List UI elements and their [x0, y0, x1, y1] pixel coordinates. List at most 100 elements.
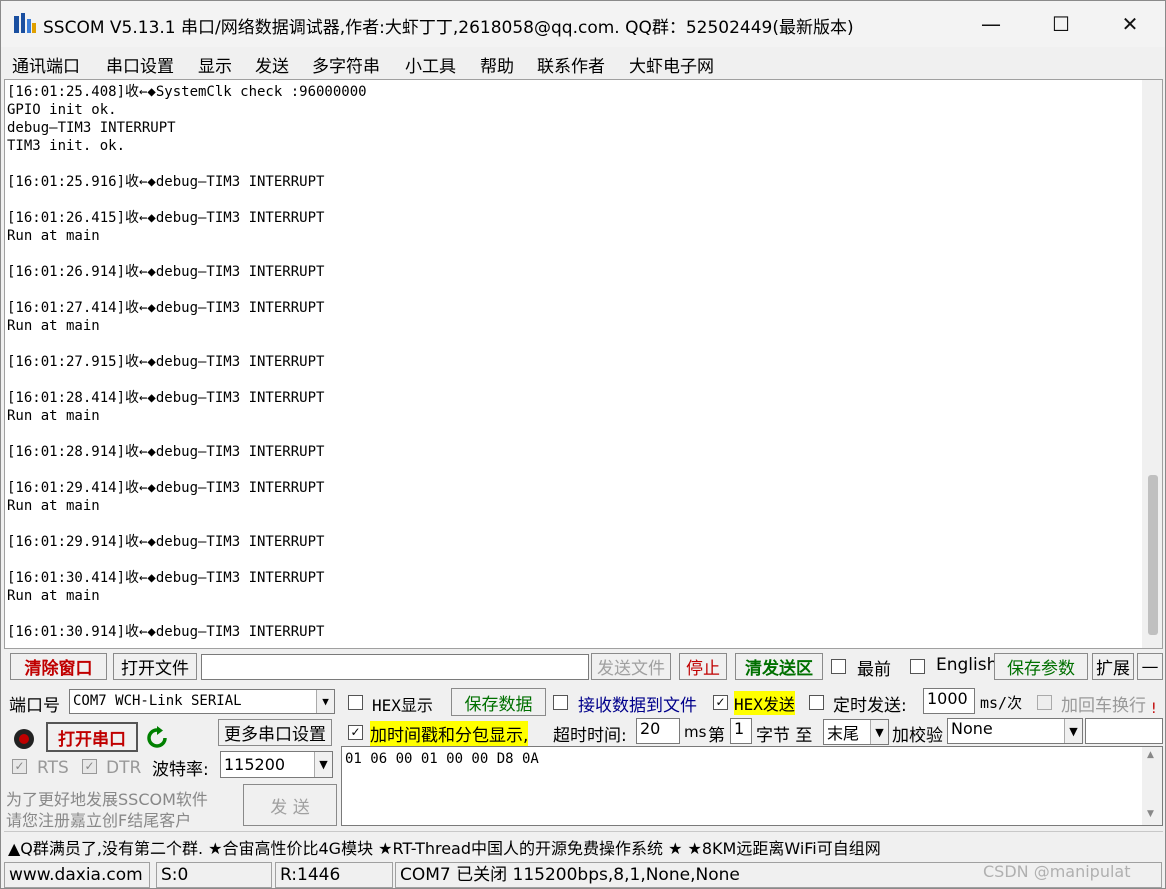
receive-line: [16:01:30.914]收←◆debug—TIM3 INTERRUPT: [7, 624, 325, 640]
receive-line: [16:01:28.914]收←◆debug—TIM3 INTERRUPT: [7, 444, 325, 460]
title-bar: SSCOM V5.13.1 串口/网络数据调试器,作者:大虾丁丁,2618058…: [1, 1, 1165, 47]
timestamp-checkbox[interactable]: ✓: [348, 725, 363, 740]
stop-button[interactable]: 停止: [679, 653, 727, 680]
scroll-up-icon[interactable]: ▲: [1147, 750, 1154, 760]
receive-line: [16:01:29.914]收←◆debug—TIM3 INTERRUPT: [7, 534, 325, 550]
nth-byte-input[interactable]: 1: [730, 718, 752, 744]
collapse-button[interactable]: —: [1137, 653, 1163, 680]
rts-checkbox[interactable]: ✓: [12, 759, 27, 774]
status-website[interactable]: www.daxia.com: [4, 862, 150, 888]
timeout-input[interactable]: 20: [636, 718, 680, 744]
recv-to-file-checkbox[interactable]: [553, 695, 568, 710]
recv-to-file-label: 接收数据到文件: [578, 696, 697, 716]
receive-line: [7, 605, 1137, 623]
dtr-label: DTR: [106, 758, 142, 778]
minimize-button[interactable]: —: [956, 1, 1026, 47]
warning-icon: !: [1151, 701, 1157, 717]
tail-select-value: 末尾: [827, 724, 860, 743]
receive-line: [7, 155, 1137, 173]
receive-line: [16:01:26.914]收←◆debug—TIM3 INTERRUPT: [7, 264, 325, 280]
chevron-down-icon[interactable]: ▼: [316, 690, 334, 713]
english-label: English: [936, 655, 998, 675]
receive-line: [16:01:29.414]收←◆debug—TIM3 INTERRUPT: [7, 480, 325, 496]
more-port-settings-button[interactable]: 更多串口设置: [218, 719, 332, 746]
menu-help[interactable]: 帮助: [480, 52, 514, 77]
clear-send-button[interactable]: 清发送区: [735, 653, 823, 680]
ticker-bar: ▲Q群满员了,没有第二个群. ★合宙高性价比4G模块 ★RT-Thread中国人…: [4, 831, 1163, 858]
english-checkbox[interactable]: [910, 659, 925, 674]
checksum-select-value: None: [951, 719, 993, 738]
add-crlf-label: 加回车换行: [1061, 696, 1146, 716]
status-sent-count: S:0: [156, 862, 272, 888]
scroll-down-icon[interactable]: ▼: [1147, 809, 1154, 819]
port-select[interactable]: COM7 WCH-Link SERIAL ▼: [69, 689, 335, 714]
menu-daxia-website[interactable]: 大虾电子网: [629, 52, 714, 77]
toolbar-row: 清除窗口 打开文件 发送文件 停止 清发送区 最前 English 保存参数 扩…: [1, 650, 1165, 684]
port-status-icon: [14, 729, 34, 749]
hex-display-label: HEX显示: [372, 696, 433, 715]
maximize-button[interactable]: ☐: [1026, 1, 1096, 47]
checksum-select[interactable]: None ▼: [947, 718, 1083, 744]
save-data-button[interactable]: 保存数据: [451, 688, 546, 716]
most-front-checkbox[interactable]: [831, 659, 846, 674]
save-params-button[interactable]: 保存参数: [994, 653, 1088, 680]
baud-label: 波特率:: [152, 760, 209, 780]
menu-send[interactable]: 发送: [255, 52, 289, 77]
open-port-button[interactable]: 打开串口: [46, 722, 138, 752]
receive-line: [16:01:26.415]收←◆debug—TIM3 INTERRUPT: [7, 210, 325, 226]
timeout-ms-label: ms: [684, 723, 707, 741]
receive-area[interactable]: [16:01:25.408]收←◆SystemClk check :960000…: [4, 79, 1163, 649]
menu-multi-string[interactable]: 多字符串: [312, 52, 380, 77]
hex-send-checkbox[interactable]: ✓: [713, 695, 728, 710]
expand-button[interactable]: 扩展: [1092, 653, 1134, 680]
menu-display[interactable]: 显示: [198, 52, 232, 77]
chevron-down-icon[interactable]: ▼: [870, 720, 888, 744]
receive-line: GPIO init ok.: [7, 102, 117, 118]
send-data-text: 01 06 00 01 00 00 D8 0A: [345, 751, 539, 767]
menu-contact-author[interactable]: 联系作者: [537, 52, 605, 77]
byte-to-label: 字节 至: [756, 726, 813, 746]
menu-port-settings[interactable]: 串口设置: [106, 52, 174, 77]
receive-line: TIM3 init. ok.: [7, 138, 126, 154]
send-button[interactable]: 发 送: [243, 784, 337, 826]
receive-line: Run at main: [7, 588, 100, 604]
port-select-value: COM7 WCH-Link SERIAL: [73, 693, 242, 709]
send-data-area[interactable]: 01 06 00 01 00 00 D8 0A ▲ ▼: [341, 746, 1163, 826]
receive-line: [16:01:30.414]收←◆debug—TIM3 INTERRUPT: [7, 570, 325, 586]
send-file-button[interactable]: 发送文件: [591, 653, 671, 680]
sscom-app-icon: [14, 13, 36, 33]
timed-send-checkbox[interactable]: [809, 695, 824, 710]
dtr-checkbox[interactable]: ✓: [82, 759, 97, 774]
refresh-icon[interactable]: [145, 726, 169, 750]
ticker-text[interactable]: ▲Q群满员了,没有第二个群. ★合宙高性价比4G模块 ★RT-Thread中国人…: [8, 835, 881, 859]
menu-tools[interactable]: 小工具: [405, 52, 456, 77]
menu-comm-port[interactable]: 通讯端口: [12, 52, 80, 77]
receive-line: Run at main: [7, 408, 100, 424]
chevron-down-icon[interactable]: ▼: [314, 752, 332, 777]
receive-scrollbar[interactable]: [1142, 80, 1162, 648]
rts-label: RTS: [37, 758, 69, 778]
file-path-input[interactable]: [201, 654, 589, 680]
add-crlf-checkbox[interactable]: [1037, 695, 1052, 710]
timed-interval-input[interactable]: 1000: [923, 688, 975, 714]
nth-label: 第: [708, 726, 725, 746]
scrollbar-thumb[interactable]: [1148, 475, 1158, 635]
receive-line: [7, 425, 1137, 443]
send-scrollbar[interactable]: ▲ ▼: [1142, 747, 1162, 825]
receive-line: [7, 551, 1137, 569]
open-file-button[interactable]: 打开文件: [113, 653, 197, 680]
receive-line: [7, 281, 1137, 299]
chevron-down-icon[interactable]: ▼: [1064, 719, 1082, 743]
hex-send-label: HEX发送: [734, 691, 795, 715]
hex-display-checkbox[interactable]: [348, 695, 363, 710]
clear-window-button[interactable]: 清除窗口: [10, 653, 107, 680]
receive-line: Run at main: [7, 498, 100, 514]
tail-select[interactable]: 末尾 ▼: [823, 719, 889, 745]
baud-rate-select[interactable]: 115200 ▼: [220, 751, 333, 778]
port-label: 端口号: [9, 696, 60, 716]
receive-line: Run at main: [7, 318, 100, 334]
checksum-result-field[interactable]: [1085, 718, 1163, 744]
menu-bar: 通讯端口 串口设置 显示 发送 多字符串 小工具 帮助 联系作者 大虾电子网: [1, 47, 1165, 77]
timestamp-label: 加时间戳和分包显示,: [370, 721, 529, 746]
close-button[interactable]: ✕: [1095, 1, 1165, 47]
